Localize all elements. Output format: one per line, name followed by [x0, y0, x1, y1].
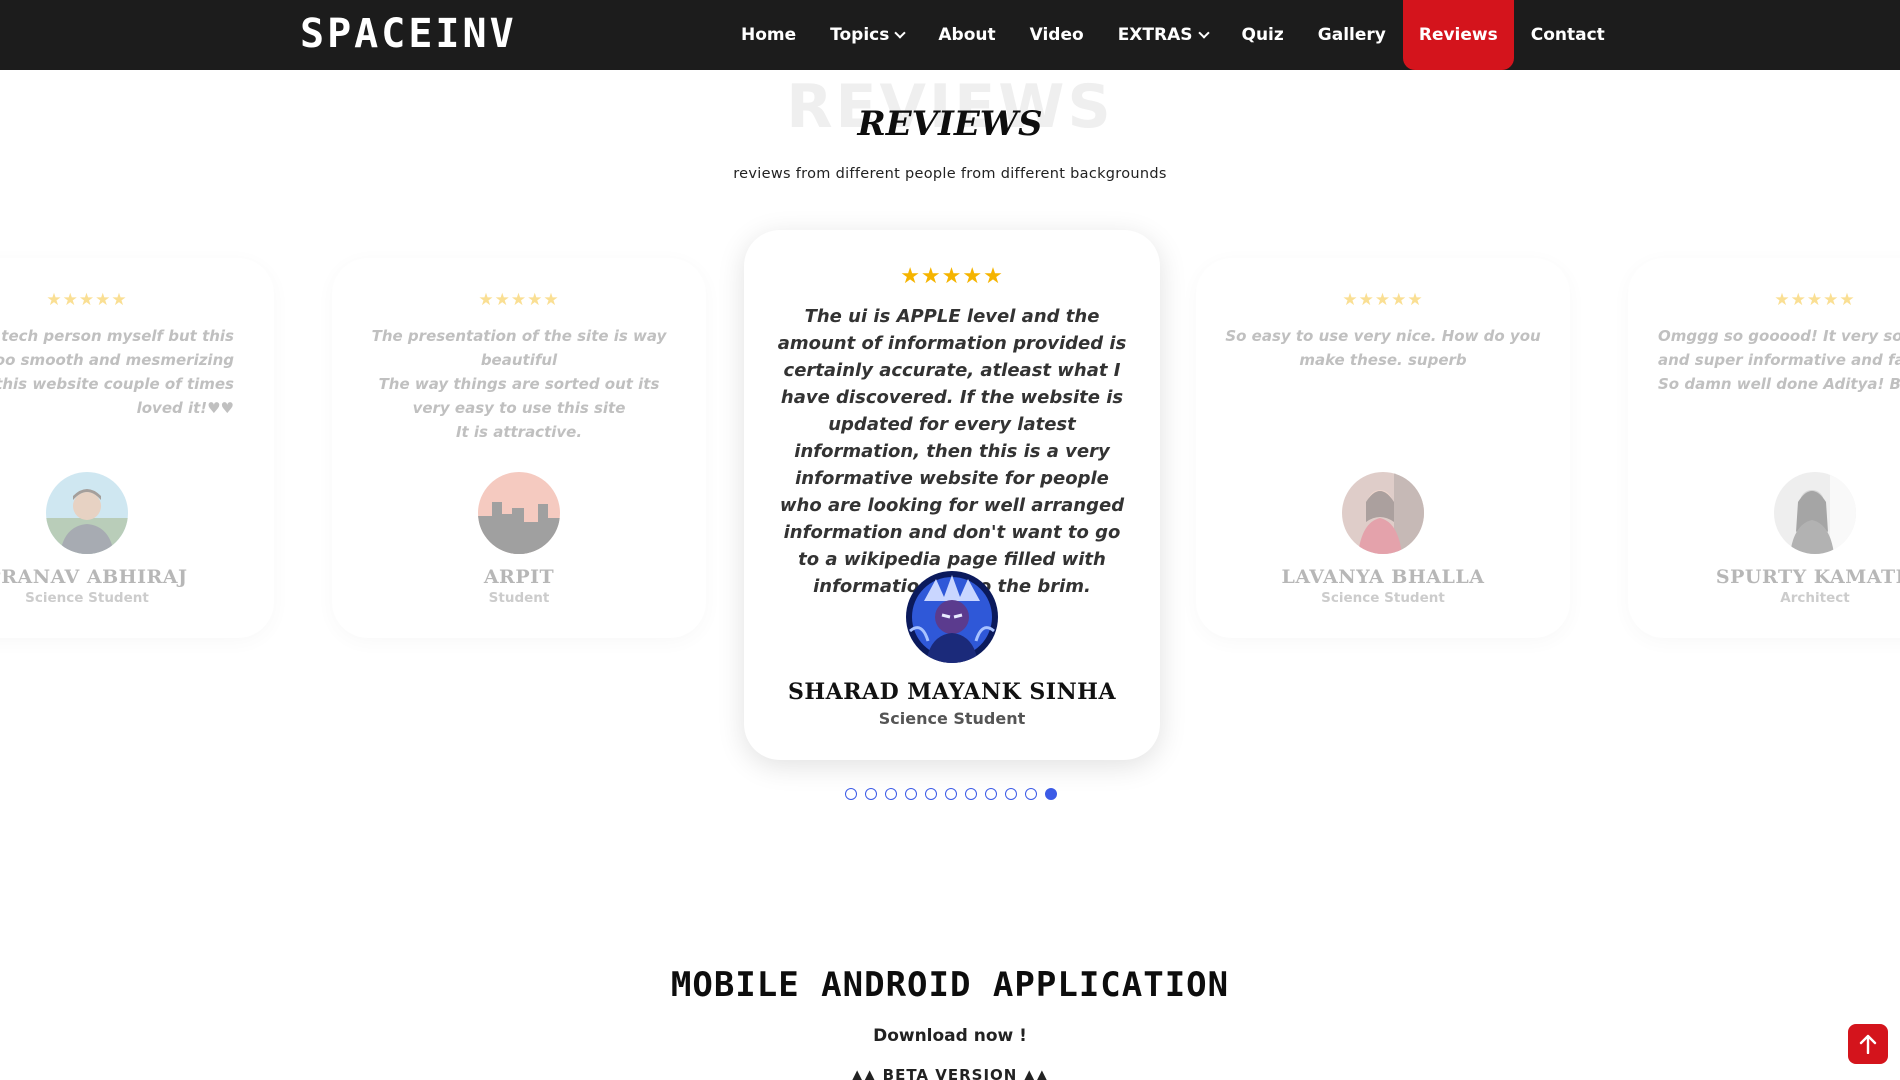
- carousel-dot[interactable]: [1005, 788, 1017, 800]
- chevron-down-icon: [894, 26, 907, 39]
- nav-quiz[interactable]: Quiz: [1225, 0, 1301, 70]
- review-quote: The ui is APPLE level and the amount of …: [777, 306, 1127, 597]
- review-card-active[interactable]: ★★★★★ The ui is APPLE level and the amou…: [744, 230, 1160, 760]
- reviewer-name: LAVANYA BHALLA: [1281, 566, 1485, 588]
- avatar-image: [906, 571, 998, 663]
- scroll-to-top-button[interactable]: [1848, 1024, 1888, 1064]
- carousel-dot[interactable]: [945, 788, 957, 800]
- nav-about[interactable]: About: [921, 0, 1012, 70]
- nav-topics-label: Topics: [830, 25, 890, 45]
- carousel-dot[interactable]: [925, 788, 937, 800]
- carousel-dot[interactable]: [965, 788, 977, 800]
- nav-reviews-label: Reviews: [1418, 25, 1498, 45]
- reviewer-role: Architect: [1780, 590, 1850, 606]
- reviewer-role: Science Student: [878, 709, 1026, 728]
- app-section-title: MOBILE ANDROID APPLICATION: [670, 965, 1230, 1005]
- avatar: [46, 472, 128, 554]
- review-card[interactable]: ★★★★★ Omggg so gooood! It very soothi an…: [1628, 258, 1900, 638]
- reviewer-role: Student: [488, 590, 550, 606]
- top-navbar: SPACEINV Home Topics About Video EXTRAS …: [0, 0, 1900, 70]
- reviewer-name: ARPIT: [483, 566, 555, 588]
- avatar-image: [46, 472, 128, 554]
- avatar-image: [1774, 472, 1856, 554]
- nav-quiz-label: Quiz: [1241, 25, 1284, 45]
- reviewer-name: SPURTY KAMATH: [1715, 566, 1900, 588]
- review-quote: Omggg so gooood! It very soothi and supe…: [1658, 327, 1900, 393]
- carousel-pagination: [845, 788, 1057, 800]
- review-quote: so a tech person myself but this is soo …: [0, 327, 234, 417]
- nav-contact-label: Contact: [1530, 25, 1605, 45]
- carousel-dot[interactable]: [1025, 788, 1037, 800]
- reviews-title: REVIEWS: [857, 104, 1043, 144]
- carousel-dot-active[interactable]: [1045, 788, 1057, 800]
- carousel-dot[interactable]: [905, 788, 917, 800]
- nav-gallery[interactable]: Gallery: [1301, 0, 1403, 70]
- nav-extras[interactable]: EXTRAS: [1101, 0, 1225, 70]
- arrow-up-icon: [1859, 1034, 1877, 1054]
- avatar-image: [1342, 472, 1424, 554]
- review-card[interactable]: ★★★★★ so a tech person myself but this i…: [0, 258, 274, 638]
- avatar: [1342, 472, 1424, 554]
- carousel-dot[interactable]: [865, 788, 877, 800]
- review-quote: So easy to use very nice. How do you mak…: [1225, 327, 1541, 369]
- carousel-dot[interactable]: [845, 788, 857, 800]
- avatar: [478, 472, 560, 554]
- nav-topics[interactable]: Topics: [813, 0, 921, 70]
- review-card[interactable]: ★★★★★ The presentation of the site is wa…: [332, 258, 706, 638]
- avatar: [906, 571, 998, 663]
- review-quote: The presentation of the site is way beau…: [371, 327, 667, 441]
- nav-home[interactable]: Home: [724, 0, 813, 70]
- rating-stars: ★★★★★: [46, 290, 128, 310]
- download-text: Download now !: [873, 1026, 1027, 1046]
- nav-video[interactable]: Video: [1013, 0, 1101, 70]
- nav-contact[interactable]: Contact: [1514, 0, 1622, 70]
- rating-stars: ★★★★★: [478, 290, 560, 310]
- nav-video-label: Video: [1029, 25, 1084, 45]
- avatar: [1774, 472, 1856, 554]
- review-card[interactable]: ★★★★★ So easy to use very nice. How do y…: [1196, 258, 1570, 638]
- reviewer-name: SHARAD MAYANK SINHA: [787, 679, 1117, 705]
- site-logo[interactable]: SPACEINV: [300, 12, 517, 56]
- beta-version-label: ▲▲ BETA VERSION ▲▲: [851, 1066, 1049, 1080]
- reviewer-name: PRANAV ABHIRAJ: [0, 566, 188, 588]
- carousel-dot[interactable]: [985, 788, 997, 800]
- nav-about-label: About: [938, 25, 996, 45]
- nav-home-label: Home: [741, 25, 797, 45]
- rating-stars: ★★★★★: [1342, 290, 1424, 310]
- nav-gallery-label: Gallery: [1317, 25, 1386, 45]
- avatar-image: [478, 472, 560, 554]
- nav-extras-label: EXTRAS: [1117, 25, 1193, 45]
- main-nav: Home Topics About Video EXTRAS Quiz Gall…: [724, 0, 1622, 70]
- reviews-subtitle: reviews from different people from diffe…: [733, 166, 1167, 182]
- carousel-dot[interactable]: [885, 788, 897, 800]
- rating-stars: ★★★★★: [1774, 290, 1856, 310]
- rating-stars: ★★★★★: [900, 264, 1004, 289]
- reviewer-role: Science Student: [25, 590, 149, 606]
- nav-reviews[interactable]: Reviews: [1402, 0, 1514, 70]
- chevron-down-icon: [1197, 26, 1210, 39]
- reviewer-role: Science Student: [1321, 590, 1445, 606]
